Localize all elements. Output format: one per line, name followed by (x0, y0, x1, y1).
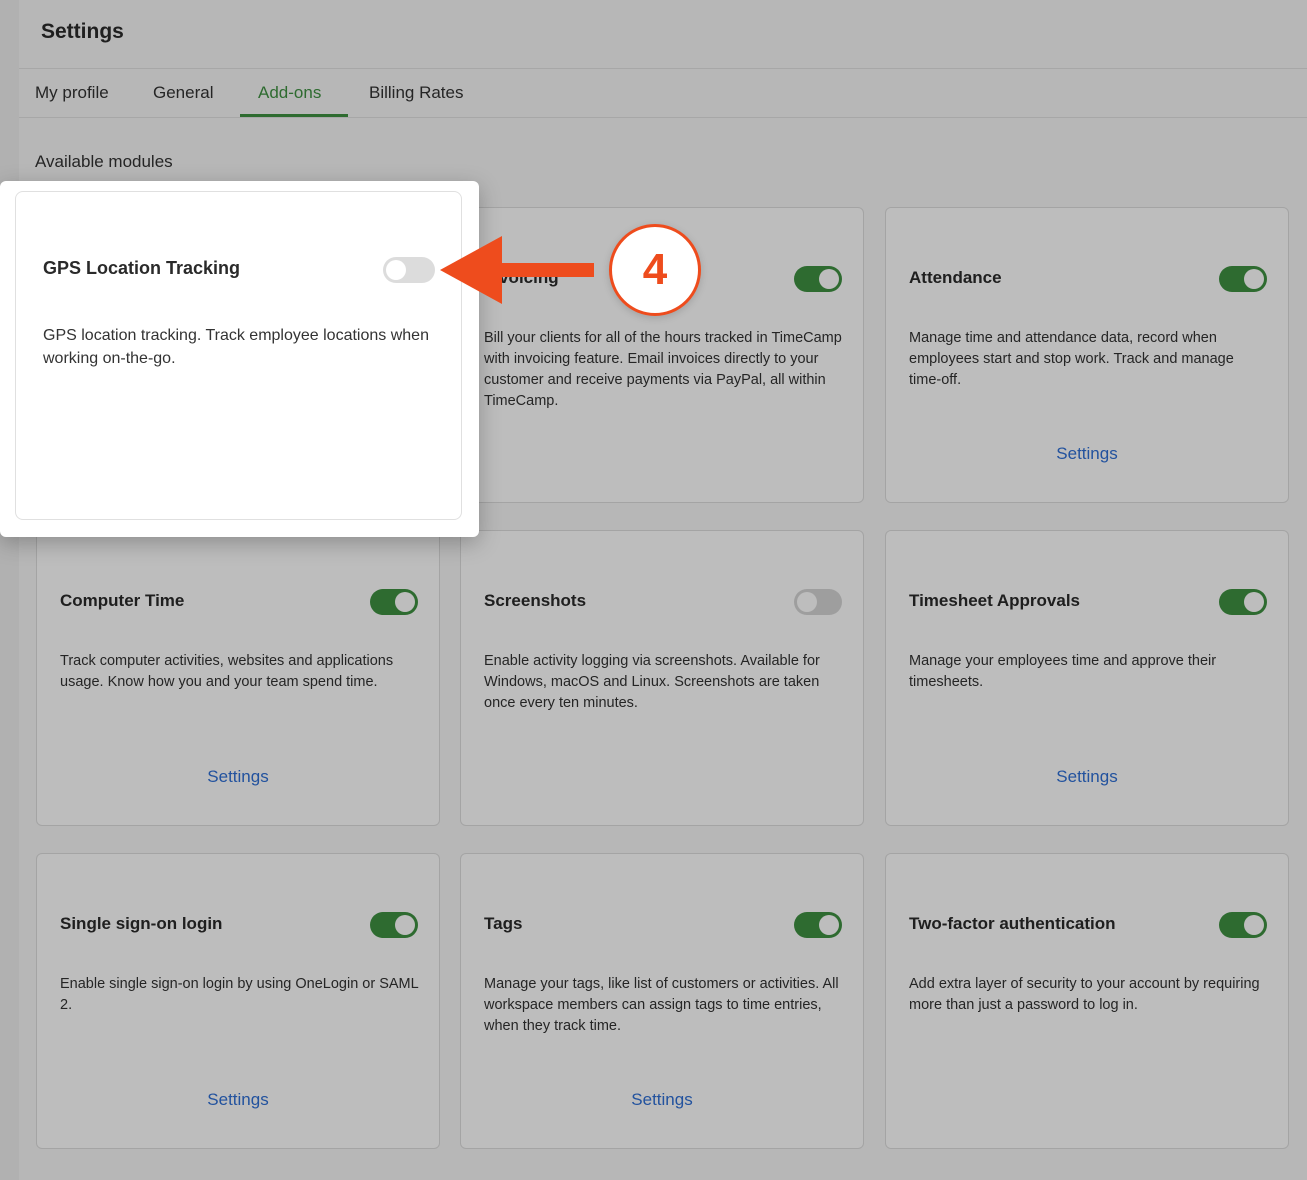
toggle-knob (797, 592, 817, 612)
module-toggle-attendance[interactable] (1219, 266, 1267, 292)
section-label: Available modules (35, 152, 173, 171)
module-description: Enable single sign-on login by using One… (60, 976, 419, 1013)
page-header: Settings (19, 0, 1307, 69)
toggle-knob (386, 260, 406, 280)
module-description: Manage your employees time and approve t… (909, 653, 1217, 690)
module-card-sso: Single sign-on login Enable single sign-… (36, 853, 440, 1149)
module-toggle-gps-highlighted[interactable] (383, 257, 435, 283)
toggle-knob (1244, 269, 1264, 289)
tab-billing-rates[interactable]: Billing Rates (369, 83, 464, 103)
module-description: Bill your clients for all of the hours t… (484, 330, 842, 409)
module-toggle-screenshots[interactable] (794, 589, 842, 615)
toggle-knob (395, 592, 415, 612)
module-description: Manage your tags, like list of customers… (484, 976, 839, 1034)
module-title: Two-factor authentication (909, 914, 1116, 933)
module-settings-link[interactable]: Settings (886, 444, 1288, 464)
tab-general[interactable]: General (153, 83, 213, 103)
toggle-knob (1244, 915, 1264, 935)
module-title: GPS Location Tracking (43, 258, 241, 278)
module-description: Add extra layer of security to your acco… (909, 976, 1260, 1013)
module-toggle-two-factor[interactable] (1219, 912, 1267, 938)
module-toggle-tags[interactable] (794, 912, 842, 938)
module-description: Manage time and attendance data, record … (909, 330, 1234, 388)
module-title: Computer Time (60, 591, 185, 610)
settings-tabs: My profile General Add-ons Billing Rates (19, 69, 1307, 118)
module-card-timesheet-approvals: Timesheet Approvals Manage your employee… (885, 530, 1289, 826)
module-description: Enable activity logging via screenshots.… (484, 653, 820, 711)
tab-add-ons[interactable]: Add-ons (258, 83, 321, 103)
module-title: Attendance (909, 268, 1002, 287)
tab-my-profile[interactable]: My profile (35, 83, 109, 103)
module-toggle-timesheet-approvals[interactable] (1219, 589, 1267, 615)
module-card-attendance: Attendance Manage time and attendance da… (885, 207, 1289, 503)
module-settings-link[interactable]: Settings (886, 767, 1288, 787)
module-title: Single sign-on login (60, 914, 223, 933)
active-tab-indicator (240, 114, 348, 117)
module-description: GPS location tracking. Track employee lo… (43, 327, 429, 367)
module-settings-link[interactable]: Settings (37, 1090, 439, 1110)
module-toggle-sso[interactable] (370, 912, 418, 938)
module-card-screenshots: Screenshots Enable activity logging via … (460, 530, 864, 826)
annotation-arrow-icon (440, 236, 594, 304)
module-title: Tags (484, 914, 523, 933)
module-card-tags: Tags Manage your tags, like list of cust… (460, 853, 864, 1149)
page-title: Settings (41, 20, 124, 43)
step-number-badge: 4 (609, 224, 701, 316)
toggle-knob (1244, 592, 1264, 612)
module-title: Screenshots (484, 591, 587, 610)
settings-page: Settings My profile General Add-ons Bill… (19, 0, 1307, 1180)
toggle-knob (819, 269, 839, 289)
left-sidebar-edge (0, 0, 19, 1180)
module-card-two-factor: Two-factor authentication Add extra laye… (885, 853, 1289, 1149)
toggle-knob (819, 915, 839, 935)
module-description: Track computer activities, websites and … (60, 653, 394, 690)
highlight-spotlight: GPS Location Tracking GPS location track… (0, 181, 479, 537)
highlighted-module-card-gps: GPS Location Tracking GPS location track… (15, 191, 462, 520)
module-settings-link[interactable]: Settings (37, 767, 439, 787)
module-title: Timesheet Approvals (909, 591, 1081, 610)
module-card-computer-time: Computer Time Track computer activities,… (36, 530, 440, 826)
module-settings-link[interactable]: Settings (461, 1090, 863, 1110)
toggle-knob (395, 915, 415, 935)
module-toggle-computer-time[interactable] (370, 589, 418, 615)
module-toggle-invoicing[interactable] (794, 266, 842, 292)
